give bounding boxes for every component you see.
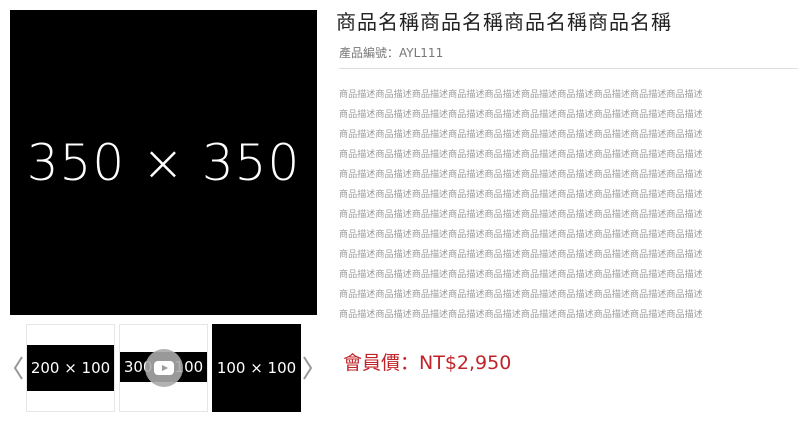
chevron-left-icon (13, 356, 23, 380)
product-code: 產品編號：AYL111 (339, 46, 444, 60)
thumbnail-label: 200 × 100 (30, 359, 111, 377)
gallery-prev-arrow[interactable] (12, 355, 24, 381)
video-play-button[interactable] (145, 349, 183, 387)
description-line: 商品描述商品描述商品描述商品描述商品描述商品描述商品描述商品描述商品描述商品描述 (339, 230, 703, 240)
main-product-image: 350 × 350 (10, 10, 317, 315)
gallery-thumbnail[interactable]: 200 × 100 (26, 324, 115, 412)
chevron-right-icon (303, 356, 313, 380)
divider (339, 68, 798, 69)
product-description: 商品描述商品描述商品描述商品描述商品描述商品描述商品描述商品描述商品描述商品描述… (339, 85, 798, 325)
description-line: 商品描述商品描述商品描述商品描述商品描述商品描述商品描述商品描述商品描述商品描述 (339, 110, 703, 120)
description-line: 商品描述商品描述商品描述商品描述商品描述商品描述商品描述商品描述商品描述商品描述 (339, 170, 703, 180)
description-line: 商品描述商品描述商品描述商品描述商品描述商品描述商品描述商品描述商品描述商品描述 (339, 130, 703, 140)
description-line: 商品描述商品描述商品描述商品描述商品描述商品描述商品描述商品描述商品描述商品描述 (339, 290, 703, 300)
product-title: 商品名稱商品名稱商品名稱商品名稱 (336, 10, 672, 34)
gallery-thumbnail[interactable]: 100 × 100 (212, 324, 301, 412)
description-line: 商品描述商品描述商品描述商品描述商品描述商品描述商品描述商品描述商品描述商品描述 (339, 190, 703, 200)
description-line: 商品描述商品描述商品描述商品描述商品描述商品描述商品描述商品描述商品描述商品描述 (339, 90, 703, 100)
description-line: 商品描述商品描述商品描述商品描述商品描述商品描述商品描述商品描述商品描述商品描述 (339, 250, 703, 260)
youtube-play-icon (154, 361, 174, 375)
main-image-placeholder-label: 350 × 350 (26, 133, 301, 192)
description-line: 商品描述商品描述商品描述商品描述商品描述商品描述商品描述商品描述商品描述商品描述 (339, 210, 703, 220)
description-line: 商品描述商品描述商品描述商品描述商品描述商品描述商品描述商品描述商品描述商品描述 (339, 150, 703, 160)
thumbnail-image: 100 × 100 (212, 324, 301, 412)
thumbnail-image: 200 × 100 (27, 345, 114, 391)
gallery-next-arrow[interactable] (302, 355, 314, 381)
description-line: 商品描述商品描述商品描述商品描述商品描述商品描述商品描述商品描述商品描述商品描述 (339, 310, 703, 320)
thumbnail-label: 100 × 100 (216, 359, 297, 377)
member-price: 會員價：NT$2,950 (343, 352, 512, 374)
description-line: 商品描述商品描述商品描述商品描述商品描述商品描述商品描述商品描述商品描述商品描述 (339, 270, 703, 280)
